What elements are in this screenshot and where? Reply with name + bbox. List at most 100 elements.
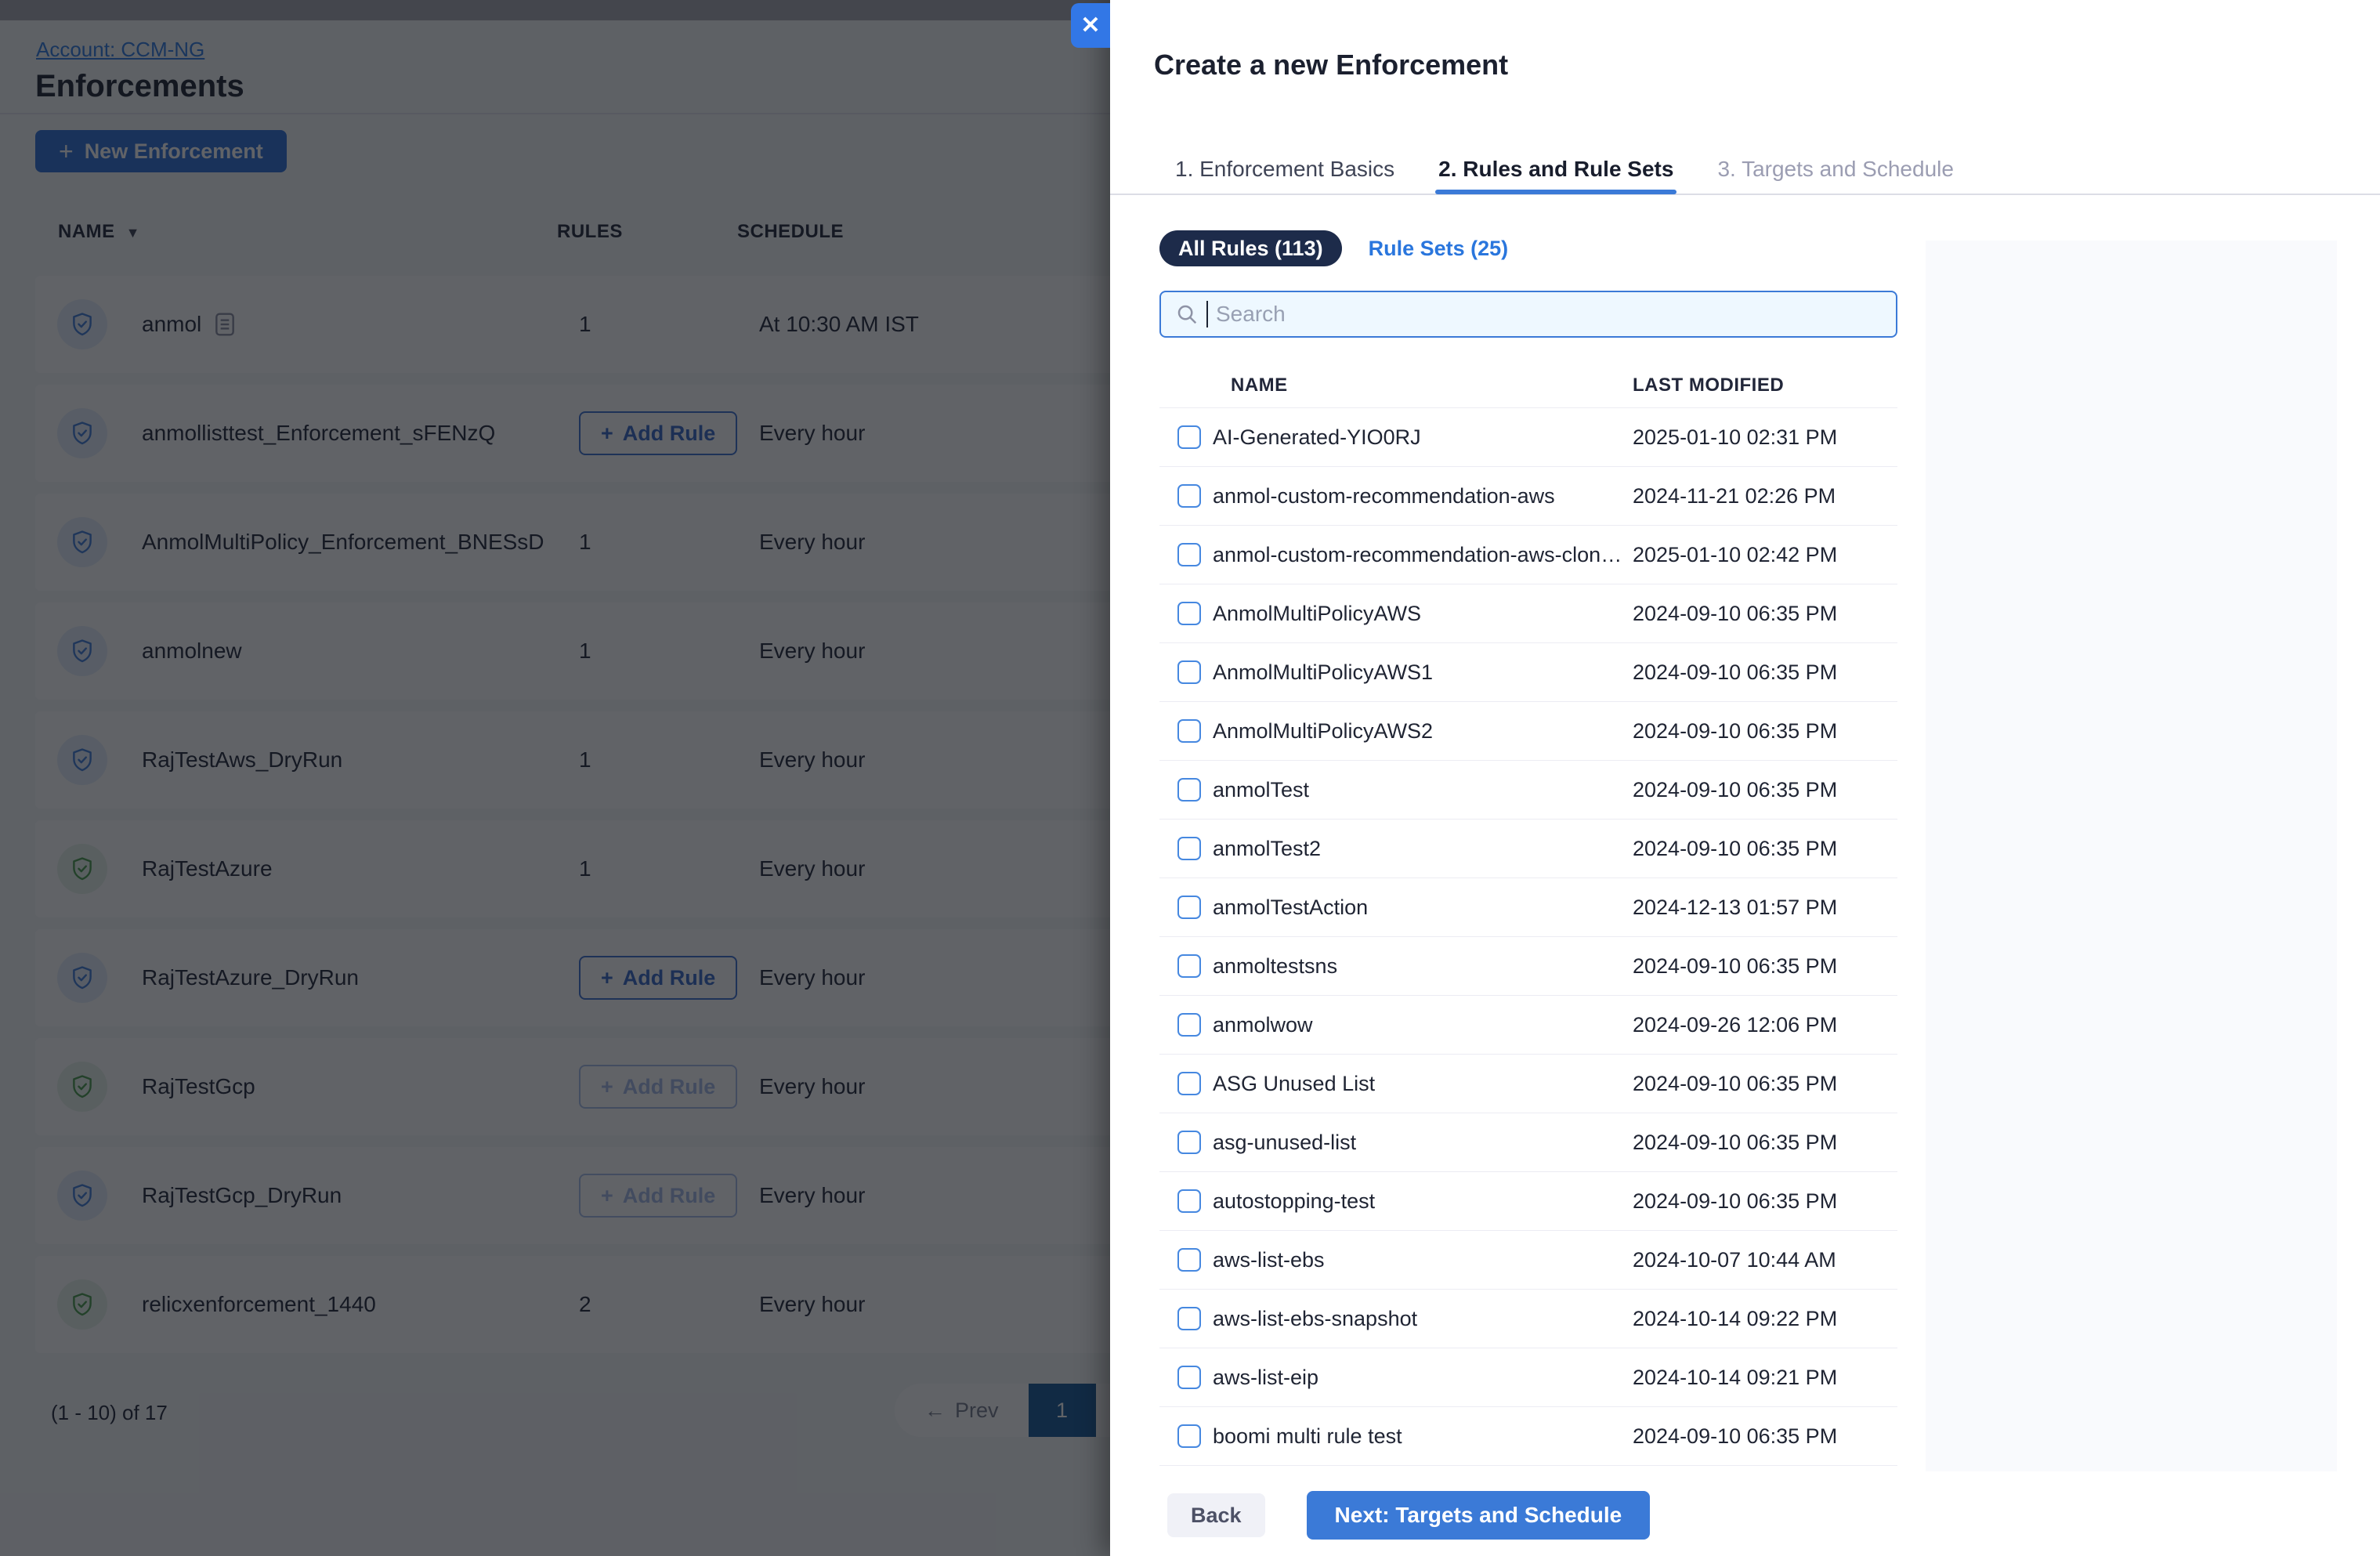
rules-table-header: NAME LAST MODIFIED [1159,364,1897,408]
rule-row[interactable]: ASG Unused List 2024-09-10 06:35 PM [1159,1055,1897,1113]
rule-checkbox-cell [1177,837,1213,860]
rule-row[interactable]: AnmolMultiPolicyAWS1 2024-09-10 06:35 PM [1159,643,1897,702]
rule-checkbox[interactable] [1177,719,1201,743]
rule-row[interactable]: aws-list-ebs 2024-10-07 10:44 AM [1159,1231,1897,1290]
rule-last-modified: 2024-09-10 06:35 PM [1633,1424,1838,1448]
rule-checkbox-cell [1177,719,1213,743]
rule-checkbox[interactable] [1177,1424,1201,1448]
rule-checkbox-cell [1177,1366,1213,1389]
rules-column-header-last-modified: LAST MODIFIED [1633,375,1785,396]
rule-row[interactable]: anmol-custom-recommendation-aws 2024-11-2… [1159,467,1897,526]
rule-row[interactable]: aws-list-ebs-snapshot 2024-10-14 09:22 PM [1159,1290,1897,1348]
tab-targets-and-schedule[interactable]: 3. Targets and Schedule [1717,144,1953,194]
rule-name: aws-list-eip [1213,1365,1319,1389]
rule-row[interactable]: anmolTest 2024-09-10 06:35 PM [1159,761,1897,820]
rule-row[interactable]: anmoltestsns 2024-09-10 06:35 PM [1159,937,1897,996]
rule-checkbox[interactable] [1177,1366,1201,1389]
rule-checkbox[interactable] [1177,602,1201,625]
create-enforcement-modal: ✕ Create a new Enforcement 1. Enforcemen… [1071,0,2380,1556]
rules-table: AI-Generated-YIO0RJ 2025-01-10 02:31 PM an… [1159,408,1897,1466]
rule-checkbox-cell [1177,1424,1213,1448]
rule-name: AnmolMultiPolicyAWS [1213,601,1422,625]
rule-checkbox-cell [1177,1189,1213,1213]
rule-last-modified: 2024-09-26 12:06 PM [1633,1012,1838,1037]
rule-last-modified: 2024-10-07 10:44 AM [1633,1247,1836,1272]
rule-checkbox-cell [1177,896,1213,919]
rule-row[interactable]: anmolTest2 2024-09-10 06:35 PM [1159,820,1897,878]
rule-last-modified: 2024-09-10 06:35 PM [1633,1071,1838,1095]
rule-checkbox[interactable] [1177,896,1201,919]
tab-enforcement-basics[interactable]: 1. Enforcement Basics [1175,144,1394,194]
rule-name: autostopping-test [1213,1189,1376,1213]
rule-name: anmol-custom-recommendation-aws-clone-23… [1213,542,1633,566]
rule-name: AI-Generated-YIO0RJ [1213,425,1421,449]
rule-checkbox[interactable] [1177,1131,1201,1154]
rule-checkbox[interactable] [1177,1013,1201,1037]
rule-name: anmol-custom-recommendation-aws [1213,483,1555,508]
rule-checkbox-cell [1177,484,1213,508]
rule-last-modified: 2024-10-14 09:22 PM [1633,1306,1838,1330]
rule-row[interactable]: autostopping-test 2024-09-10 06:35 PM [1159,1172,1897,1231]
text-cursor [1206,301,1208,327]
rule-row[interactable]: AnmolMultiPolicyAWS 2024-09-10 06:35 PM [1159,584,1897,643]
search-icon [1175,302,1199,326]
rule-name: boomi multi rule test [1213,1424,1402,1448]
rule-row[interactable]: AnmolMultiPolicyAWS2 2024-09-10 06:35 PM [1159,702,1897,761]
rule-checkbox-cell [1177,602,1213,625]
tab-rules-and-rule-sets[interactable]: 2. Rules and Rule Sets [1435,144,1677,194]
rule-checkbox[interactable] [1177,1189,1201,1213]
rule-checkbox-cell [1177,1307,1213,1330]
close-button[interactable]: ✕ [1071,3,1110,48]
rule-row[interactable]: AI-Generated-YIO0RJ 2025-01-10 02:31 PM [1159,408,1897,467]
rule-checkbox[interactable] [1177,660,1201,684]
rule-checkbox-cell [1177,543,1213,566]
rules-column-header-name: NAME [1231,375,1288,396]
rule-name: aws-list-ebs [1213,1247,1325,1272]
rule-checkbox[interactable] [1177,1072,1201,1095]
rule-row[interactable]: anmolwow 2024-09-26 12:06 PM [1159,996,1897,1055]
modal-footer: Back Next: Targets and Schedule [1167,1491,1651,1540]
rule-checkbox[interactable] [1177,954,1201,978]
rule-checkbox-cell [1177,954,1213,978]
rule-checkbox[interactable] [1177,837,1201,860]
rule-last-modified: 2024-09-10 06:35 PM [1633,718,1838,743]
rule-name: aws-list-ebs-snapshot [1213,1306,1418,1330]
rule-row[interactable]: boomi multi rule test 2024-09-10 06:35 PM [1159,1407,1897,1466]
rule-row[interactable]: anmol-custom-recommendation-aws-clone-23… [1159,526,1897,584]
rule-last-modified: 2025-01-10 02:42 PM [1633,542,1838,566]
close-icon: ✕ [1080,13,1101,38]
rule-checkbox[interactable] [1177,778,1201,802]
back-button[interactable]: Back [1167,1493,1265,1537]
rule-row[interactable]: aws-list-eip 2024-10-14 09:21 PM [1159,1348,1897,1407]
rule-checkbox[interactable] [1177,425,1201,449]
rule-last-modified: 2024-09-10 06:35 PM [1633,836,1838,860]
rule-last-modified: 2024-10-14 09:21 PM [1633,1365,1838,1389]
rule-last-modified: 2024-09-10 06:35 PM [1633,954,1838,978]
rule-name: asg-unused-list [1213,1130,1357,1154]
modal-body: All Rules (113) Rule Sets (25) NAME LAST… [1159,194,1897,1466]
rule-last-modified: 2024-09-10 06:35 PM [1633,1130,1838,1154]
rule-name: anmolTestAction [1213,895,1369,919]
rule-name: anmolTest2 [1213,836,1322,860]
next-targets-schedule-button[interactable]: Next: Targets and Schedule [1306,1491,1651,1540]
search-input[interactable] [1216,302,1882,327]
rule-name: anmoltestsns [1213,954,1338,978]
rule-checkbox[interactable] [1177,1307,1201,1330]
rule-name: AnmolMultiPolicyAWS1 [1213,660,1434,684]
rule-last-modified: 2024-12-13 01:57 PM [1633,895,1838,919]
rule-sets-tab[interactable]: Rule Sets (25) [1369,237,1509,261]
rule-checkbox[interactable] [1177,484,1201,508]
rules-filter-tabs: All Rules (113) Rule Sets (25) [1159,230,1897,266]
rule-checkbox-cell [1177,1248,1213,1272]
all-rules-tab[interactable]: All Rules (113) [1159,230,1342,266]
rule-checkbox-cell [1177,1131,1213,1154]
rule-checkbox-cell [1177,1013,1213,1037]
rule-name: anmolTest [1213,777,1310,802]
rule-checkbox[interactable] [1177,543,1201,566]
rule-checkbox[interactable] [1177,1248,1201,1272]
rule-last-modified: 2024-11-21 02:26 PM [1633,483,1836,508]
rule-last-modified: 2024-09-10 06:35 PM [1633,1189,1838,1213]
rule-checkbox-cell [1177,660,1213,684]
rule-row[interactable]: asg-unused-list 2024-09-10 06:35 PM [1159,1113,1897,1172]
rule-row[interactable]: anmolTestAction 2024-12-13 01:57 PM [1159,878,1897,937]
